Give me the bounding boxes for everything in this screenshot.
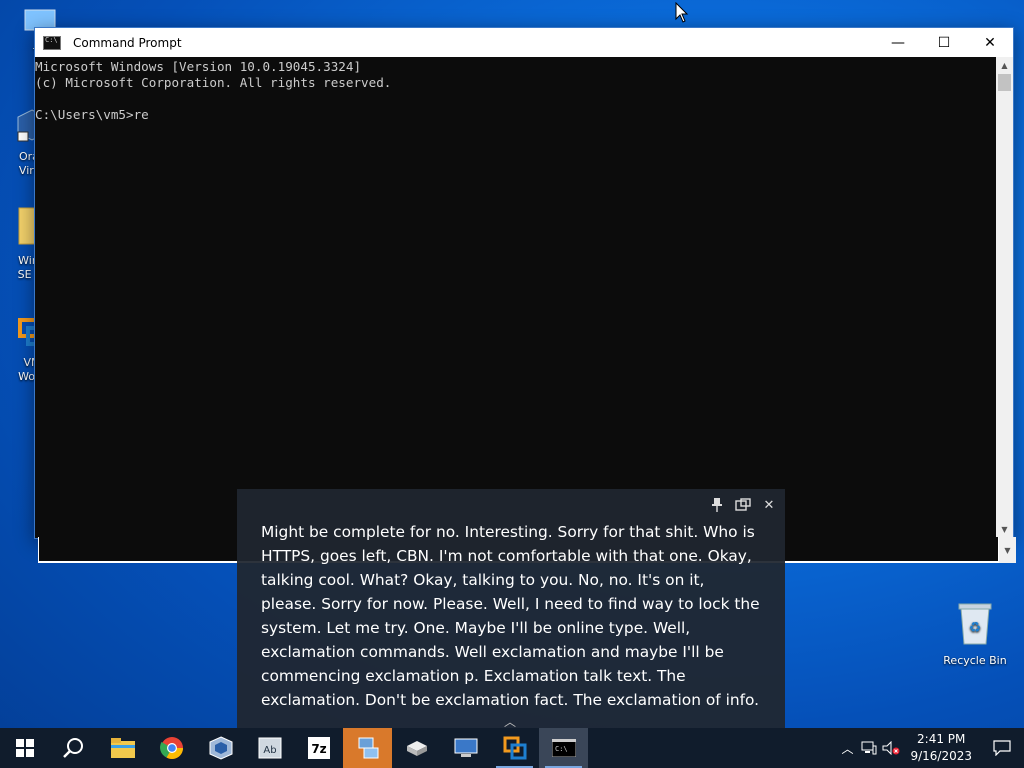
- search-button[interactable]: [49, 728, 98, 768]
- notification-icon: [993, 740, 1011, 756]
- taskbar-network-tool[interactable]: [343, 728, 392, 768]
- taskbar-file-explorer[interactable]: [98, 728, 147, 768]
- volume-muted-icon[interactable]: [880, 728, 902, 768]
- chrome-icon: [159, 737, 183, 759]
- autoit-icon: Ab: [258, 737, 281, 759]
- taskbar-7zip[interactable]: 7z: [294, 728, 343, 768]
- desktop-icon-label: Recycle Bin: [943, 654, 1007, 667]
- console-output[interactable]: Microsoft Windows [Version 10.0.19045.33…: [35, 57, 995, 538]
- vertical-scrollbar[interactable]: ▲ ▼: [996, 57, 1013, 538]
- maximize-button[interactable]: ☐: [921, 28, 967, 57]
- taskbar-command-prompt[interactable]: C:\: [539, 728, 588, 768]
- search-icon: [62, 738, 83, 758]
- start-icon: [15, 739, 34, 757]
- minimize-icon: —: [891, 34, 905, 51]
- svg-text:7z: 7z: [311, 742, 326, 756]
- network-tool-icon: [358, 737, 378, 759]
- clock[interactable]: 2:41 PM 9/16/2023: [902, 731, 980, 765]
- virtualbox-icon: [209, 736, 232, 760]
- taskbar-autoit[interactable]: Ab: [245, 728, 294, 768]
- command-prompt-icon: [43, 35, 61, 50]
- taskbar-vmware[interactable]: [490, 728, 539, 768]
- scroll-down-icon[interactable]: ▼: [996, 521, 1013, 538]
- notification-center-button[interactable]: [980, 728, 1024, 768]
- desktop-icon-recycle-bin[interactable]: ♻ Recycle Bin: [940, 600, 1010, 668]
- live-captions-panel[interactable]: ✕ Might be complete for no. Interesting.…: [237, 489, 785, 729]
- vmware-icon: [503, 736, 526, 760]
- start-button[interactable]: [0, 728, 49, 768]
- system-tray: ︿ 2:41 PM 9/16/2023: [836, 728, 1024, 768]
- chevron-up-icon[interactable]: ︿: [836, 728, 858, 768]
- svg-text:♻: ♻: [969, 620, 982, 636]
- scroll-down-icon[interactable]: ▼: [999, 537, 1016, 563]
- network-icon[interactable]: [858, 728, 880, 768]
- close-icon[interactable]: ✕: [761, 497, 777, 513]
- close-button[interactable]: ✕: [967, 28, 1013, 57]
- file-explorer-icon: [110, 738, 135, 758]
- recycle-bin-icon: ♻: [940, 600, 1010, 650]
- title-bar[interactable]: Command Prompt — ☐ ✕: [35, 28, 1013, 57]
- taskbar-chrome[interactable]: [147, 728, 196, 768]
- taskbar-virtualbox[interactable]: [196, 728, 245, 768]
- close-icon: ✕: [984, 34, 996, 51]
- console-line: (c) Microsoft Corporation. All rights re…: [35, 75, 392, 90]
- console-line: Microsoft Windows [Version 10.0.19045.33…: [35, 59, 362, 74]
- scroll-thumb[interactable]: [998, 74, 1011, 91]
- computer-manager-icon: [454, 738, 477, 757]
- maximize-icon: ☐: [937, 34, 951, 51]
- clock-time: 2:41 PM: [917, 732, 966, 746]
- command-prompt-window[interactable]: Command Prompt — ☐ ✕ Microsoft Windows […: [34, 27, 1014, 539]
- minimize-button[interactable]: —: [875, 28, 921, 57]
- mouse-cursor-icon: [675, 1, 689, 28]
- window-title: Command Prompt: [73, 35, 182, 50]
- scroll-up-icon[interactable]: ▲: [996, 57, 1013, 74]
- popout-icon[interactable]: [735, 497, 751, 513]
- taskbar-package[interactable]: [392, 728, 441, 768]
- command-prompt-icon: C:\: [551, 739, 576, 757]
- 7zip-icon: 7z: [307, 737, 330, 759]
- taskbar: Ab 7z C:\ ︿ 2:41 PM 9/16/2023: [0, 728, 1024, 768]
- svg-text:C:\: C:\: [555, 745, 568, 753]
- pin-icon[interactable]: [709, 497, 725, 513]
- taskbar-computer-manager[interactable]: [441, 728, 490, 768]
- package-icon: [406, 741, 427, 756]
- clock-date: 9/16/2023: [910, 749, 972, 763]
- caption-text: Might be complete for no. Interesting. S…: [261, 523, 760, 709]
- svg-text:Ab: Ab: [263, 745, 276, 756]
- console-prompt-line[interactable]: C:\Users\vm5>re: [35, 107, 995, 123]
